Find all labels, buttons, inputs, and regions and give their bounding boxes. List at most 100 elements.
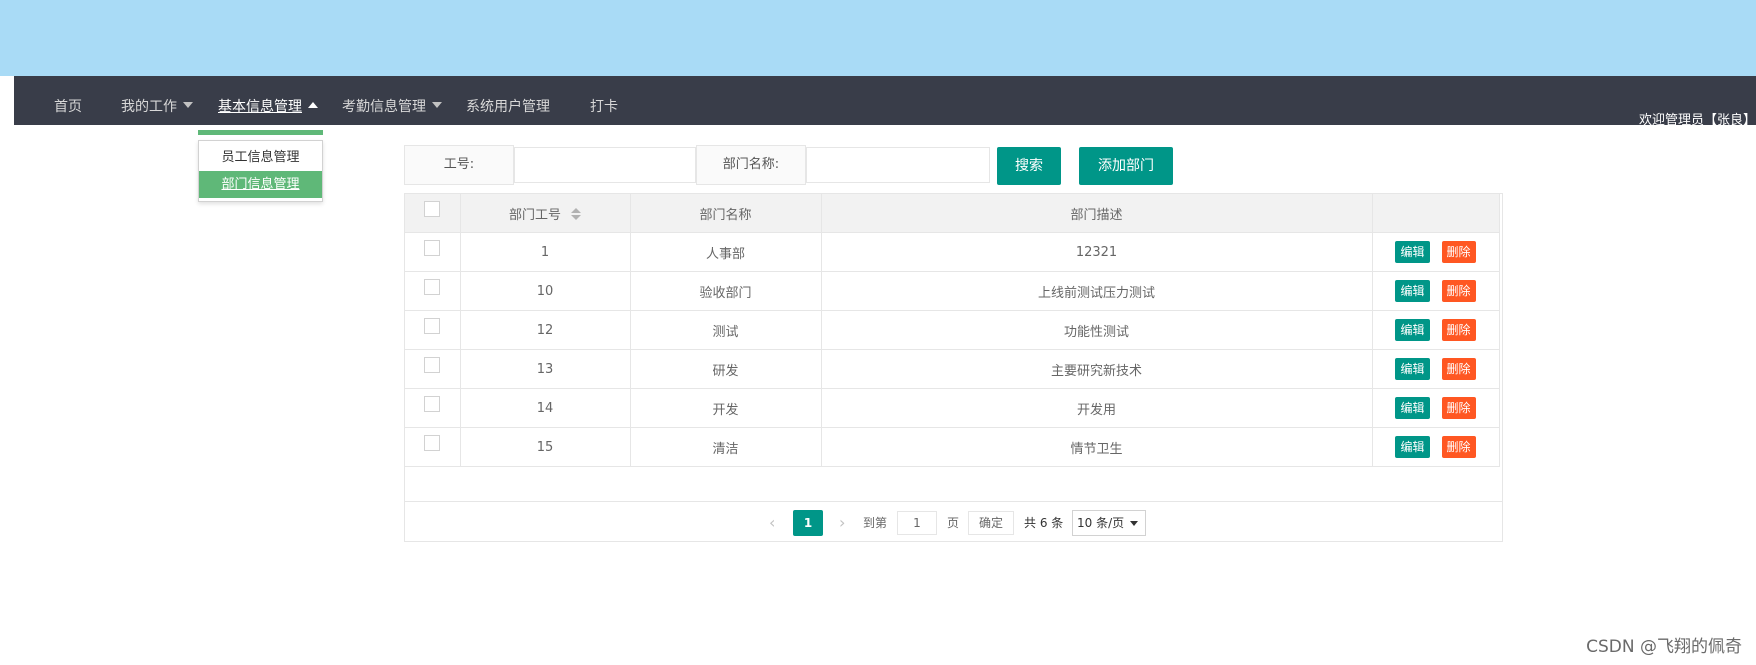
cell-dept-name: 研发 (629, 349, 822, 389)
nav-attendance[interactable]: 考勤信息管理 (342, 76, 442, 125)
dropdown-menu: 员工信息管理 部门信息管理 (198, 140, 323, 202)
cell-dept-id: 10 (459, 271, 631, 311)
add-department-button[interactable]: 添加部门 (1079, 147, 1173, 185)
page-current[interactable]: 1 (793, 510, 823, 536)
cell-dept-desc: 开发用 (820, 388, 1373, 428)
nav-my-work-label: 我的工作 (121, 99, 177, 115)
delete-button[interactable]: 删除 (1441, 436, 1476, 458)
edit-button[interactable]: 编辑 (1395, 319, 1430, 341)
cell-dept-id: 12 (459, 310, 631, 350)
top-navbar: 首页 我的工作 基本信息管理 考勤信息管理 系统用户管理 打卡 (14, 76, 1756, 125)
nav-home-label: 首页 (54, 99, 82, 115)
row-checkbox-cell (405, 271, 461, 311)
cell-dept-desc: 上线前测试压力测试 (820, 271, 1373, 311)
header-dept-name: 部门名称 (629, 194, 822, 233)
chevron-right-icon[interactable]: › (839, 510, 845, 536)
cell-dept-desc: 功能性测试 (820, 310, 1373, 350)
row-checkbox[interactable] (424, 357, 441, 373)
cell-actions: 编辑 删除 (1371, 388, 1500, 428)
department-table: 部门工号 部门名称 部门描述 1 人事部 12321 编辑 删除 10 验收部门 … (404, 193, 1503, 542)
nav-clock-in-label: 打卡 (590, 99, 618, 115)
delete-button[interactable]: 删除 (1441, 397, 1476, 419)
page-label: 页 (947, 516, 960, 530)
basic-info-dropdown: 员工信息管理 部门信息管理 (198, 130, 323, 202)
cell-dept-name: 人事部 (629, 232, 822, 272)
row-checkbox[interactable] (424, 435, 441, 451)
delete-button[interactable]: 删除 (1441, 241, 1476, 263)
cell-dept-id: 13 (459, 349, 631, 389)
top-banner (0, 0, 1756, 76)
delete-button[interactable]: 删除 (1441, 319, 1476, 341)
dropdown-accent-bar (198, 130, 323, 135)
search-button[interactable]: 搜索 (997, 147, 1061, 185)
table-row: 14 开发 开发用 编辑 删除 (405, 388, 1500, 428)
cell-dept-desc: 12321 (820, 232, 1373, 272)
nav-basic-info[interactable]: 基本信息管理 (218, 76, 318, 125)
table-row: 12 测试 功能性测试 编辑 删除 (405, 310, 1500, 350)
table-header-row: 部门工号 部门名称 部门描述 (405, 194, 1500, 233)
nav-clock-in[interactable]: 打卡 (590, 76, 618, 125)
confirm-button[interactable]: 确定 (968, 511, 1014, 535)
goto-label: 到第 (863, 516, 888, 530)
goto-page-input[interactable]: 1 (897, 511, 937, 535)
cell-dept-id: 1 (459, 232, 631, 272)
cell-dept-name: 验收部门 (629, 271, 822, 311)
department-name-input[interactable] (806, 147, 990, 183)
cell-dept-desc: 情节卫生 (820, 427, 1373, 467)
nav-attendance-label: 考勤信息管理 (342, 99, 426, 115)
chevron-down-icon (183, 102, 193, 108)
nav-home[interactable]: 首页 (54, 76, 82, 125)
cell-actions: 编辑 删除 (1371, 310, 1500, 350)
row-checkbox-cell (405, 232, 461, 272)
nav-my-work[interactable]: 我的工作 (121, 76, 193, 125)
row-checkbox-cell (405, 427, 461, 467)
cell-dept-desc: 主要研究新技术 (820, 349, 1373, 389)
employee-id-label: 工号: (404, 145, 514, 185)
row-checkbox[interactable] (424, 240, 441, 256)
chevron-down-icon (432, 102, 442, 108)
cell-dept-name: 测试 (629, 310, 822, 350)
row-checkbox-cell (405, 310, 461, 350)
cell-actions: 编辑 删除 (1371, 349, 1500, 389)
chevron-up-icon (308, 102, 318, 108)
cell-dept-name: 开发 (629, 388, 822, 428)
edit-button[interactable]: 编辑 (1395, 436, 1430, 458)
header-checkbox-cell (405, 194, 461, 233)
edit-button[interactable]: 编辑 (1395, 397, 1430, 419)
header-dept-id[interactable]: 部门工号 (459, 194, 631, 233)
edit-button[interactable]: 编辑 (1395, 241, 1430, 263)
cell-actions: 编辑 删除 (1371, 232, 1500, 272)
welcome-text: 欢迎管理员【张良】 (1638, 113, 1756, 128)
row-checkbox-cell (405, 388, 461, 428)
table-row: 13 研发 主要研究新技术 编辑 删除 (405, 349, 1500, 389)
delete-button[interactable]: 删除 (1441, 280, 1476, 302)
page-size-select[interactable]: 10 条/页 (1072, 510, 1146, 536)
row-checkbox[interactable] (424, 279, 441, 295)
sort-icon[interactable] (571, 208, 581, 220)
edit-button[interactable]: 编辑 (1395, 280, 1430, 302)
select-all-checkbox[interactable] (424, 201, 441, 217)
edit-button[interactable]: 编辑 (1395, 358, 1430, 380)
nav-system-users-label: 系统用户管理 (466, 99, 550, 115)
header-dept-id-label: 部门工号 (508, 207, 561, 223)
row-checkbox[interactable] (424, 396, 441, 412)
watermark: CSDN @飞翔的佩奇 (1586, 637, 1742, 657)
header-dept-desc: 部门描述 (820, 194, 1373, 233)
department-name-label: 部门名称: (696, 145, 806, 185)
table-row: 10 验收部门 上线前测试压力测试 编辑 删除 (405, 271, 1500, 311)
menu-item-employee-info[interactable]: 员工信息管理 (199, 144, 322, 171)
delete-button[interactable]: 删除 (1441, 358, 1476, 380)
nav-system-users[interactable]: 系统用户管理 (466, 76, 550, 125)
total-count: 共 6 条 (1024, 516, 1064, 530)
header-actions (1371, 194, 1500, 233)
table-row: 15 清洁 情节卫生 编辑 删除 (405, 427, 1500, 467)
employee-id-input[interactable] (514, 147, 696, 183)
chevron-down-icon (1130, 521, 1139, 526)
pagination: ‹ 1 › 到第 1 页 确定 共 6 条 10 条/页 (405, 501, 1502, 543)
cell-dept-id: 15 (459, 427, 631, 467)
chevron-left-icon[interactable]: ‹ (769, 510, 775, 536)
cell-actions: 编辑 删除 (1371, 427, 1500, 467)
cell-dept-id: 14 (459, 388, 631, 428)
menu-item-department-info[interactable]: 部门信息管理 (199, 171, 322, 198)
row-checkbox[interactable] (424, 318, 441, 334)
